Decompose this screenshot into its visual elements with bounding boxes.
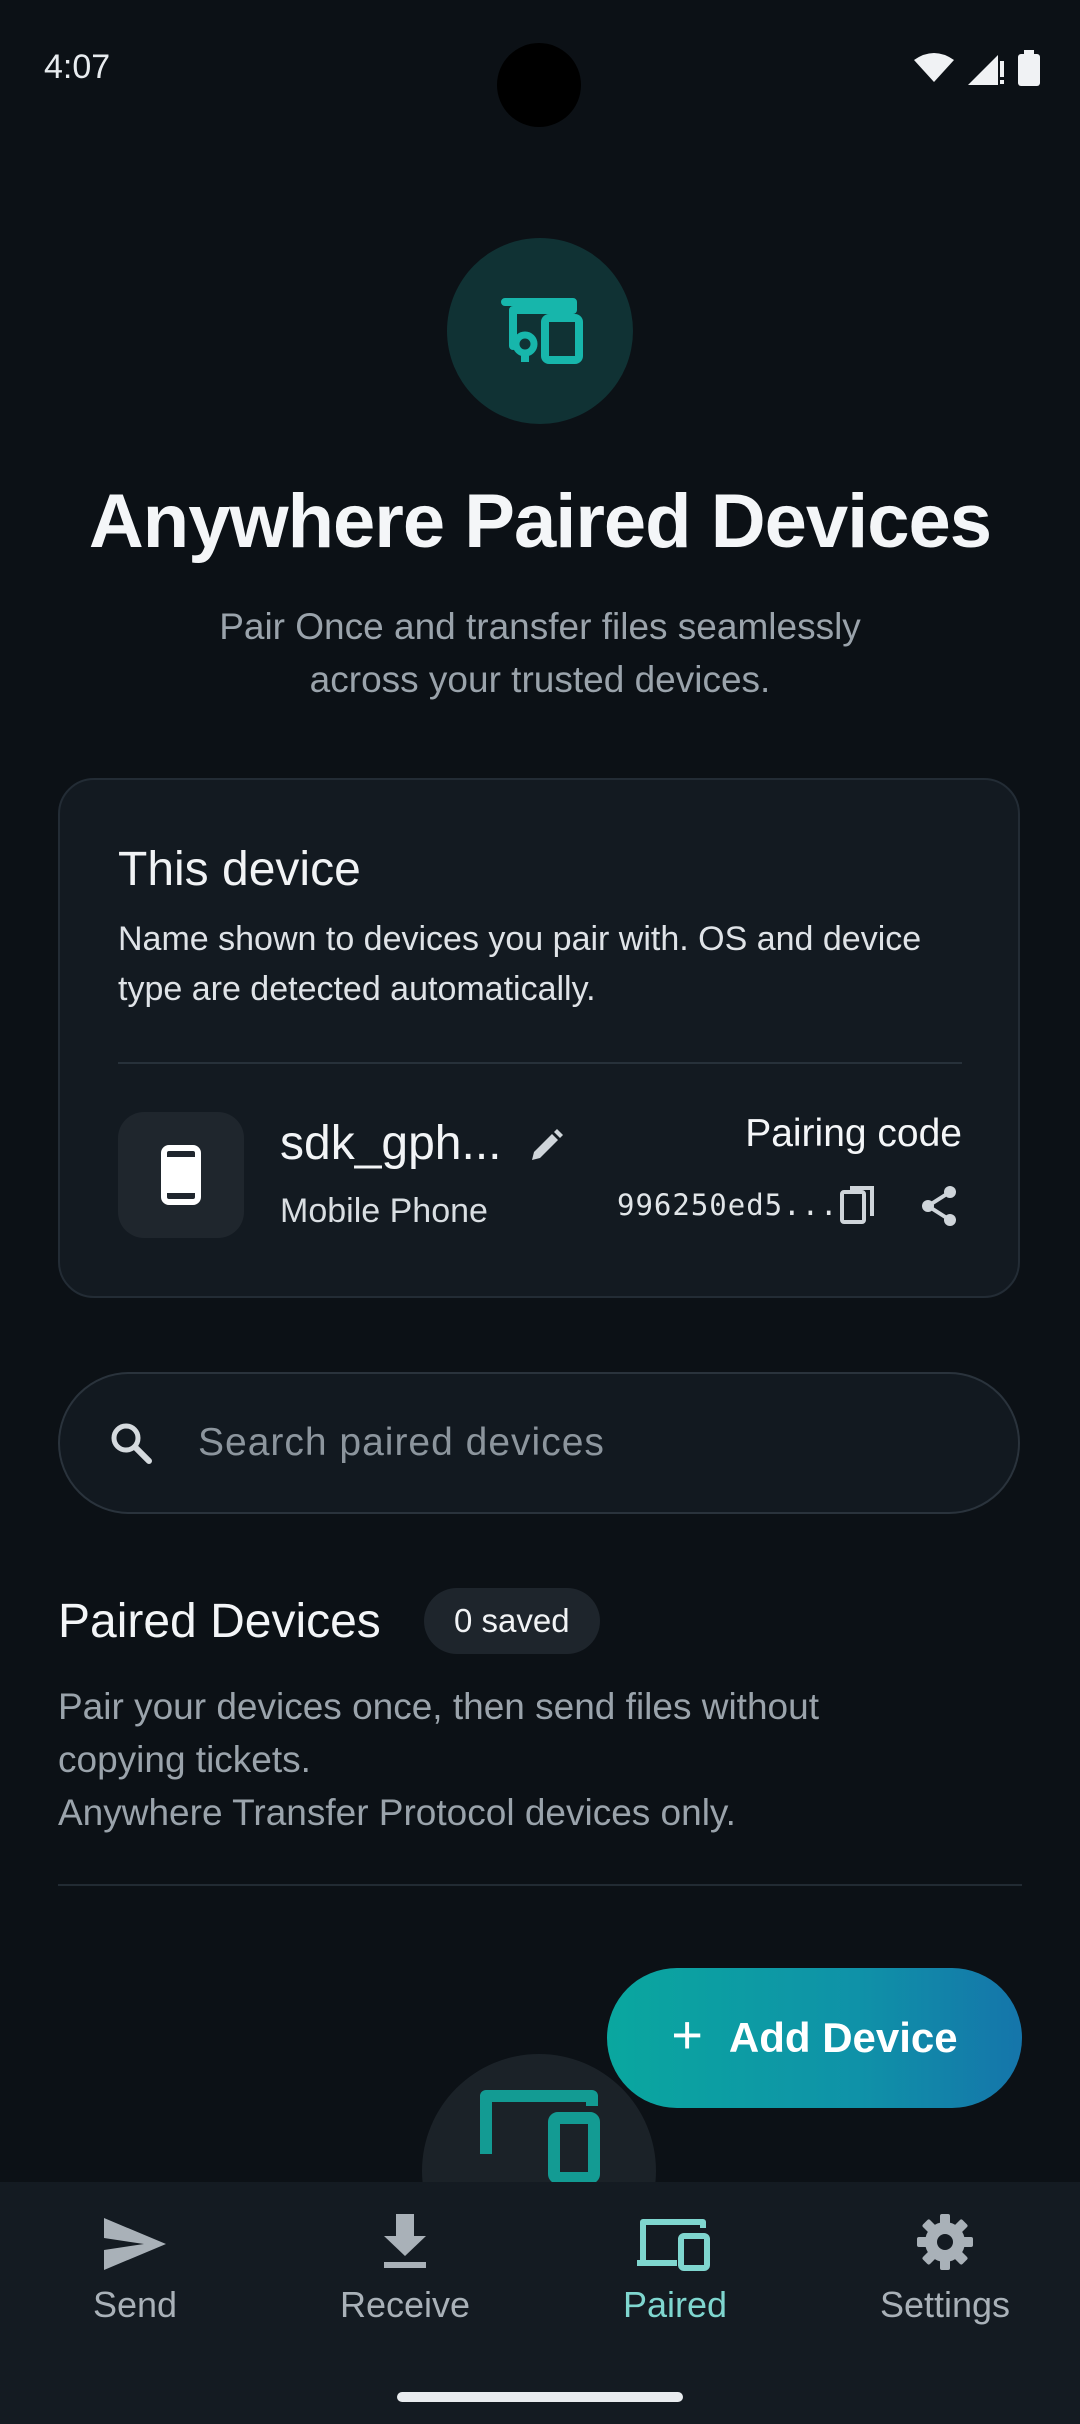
hero-badge <box>447 238 633 424</box>
description-line: Pair your devices once, then send files … <box>58 1686 819 1727</box>
send-icon <box>104 2218 166 2270</box>
phone-icon <box>161 1145 201 1205</box>
nav-settings-label: Settings <box>879 2284 1011 2325</box>
nav-paired[interactable] <box>540 2208 810 2277</box>
gesture-bar <box>397 2392 683 2402</box>
divider <box>58 1884 1022 1886</box>
signal-icon <box>968 55 1004 85</box>
subtitle-line: Pair Once and transfer files seamlessly <box>219 606 861 647</box>
edit-icon[interactable] <box>526 1126 566 1166</box>
divider <box>118 1062 962 1064</box>
status-icons <box>914 50 1040 86</box>
wifi-icon <box>914 53 954 82</box>
this-device-title: This device <box>118 843 361 896</box>
nav-paired-label: Paired <box>622 2284 728 2325</box>
nav-send[interactable] <box>0 2208 270 2277</box>
description-line: Anywhere Transfer Protocol devices only. <box>58 1792 736 1833</box>
camera-cutout <box>497 43 581 127</box>
device-name: sdk_gph... <box>280 1117 502 1170</box>
this-device-description: Name shown to devices you pair with. OS … <box>118 920 922 1008</box>
nav-receive-label: Receive <box>339 2284 471 2325</box>
paired-devices-heading: Paired Devices <box>58 1595 381 1648</box>
subtitle-line: across your trusted devices. <box>309 659 771 700</box>
description-line: copying tickets. <box>58 1739 311 1780</box>
saved-count-badge: 0 saved <box>424 1588 600 1654</box>
nav-send-label: Send <box>92 2284 178 2325</box>
page-subtitle: Pair Once and transfer files seamlessly … <box>140 600 940 706</box>
nav-settings[interactable] <box>810 2208 1080 2277</box>
devices-icon <box>637 2219 710 2271</box>
gear-icon <box>917 2214 973 2270</box>
devices-icon <box>501 298 583 364</box>
pairing-code: 996250ed5... <box>617 1188 839 1222</box>
nav-receive[interactable] <box>270 2208 540 2277</box>
add-device-button[interactable]: + Add Device <box>607 1968 1022 2108</box>
status-time: 4:07 <box>44 48 111 86</box>
copy-icon[interactable] <box>838 1184 878 1228</box>
pairing-code-label: Pairing code <box>745 1112 962 1155</box>
device-type-tile <box>118 1112 244 1238</box>
search-icon <box>111 1423 152 1464</box>
plus-icon: + <box>671 2005 703 2065</box>
search-input[interactable] <box>196 1412 960 1474</box>
share-icon[interactable] <box>918 1184 960 1228</box>
download-icon <box>384 2214 426 2268</box>
paired-devices-description: Pair your devices once, then send files … <box>58 1680 998 1839</box>
devices-icon <box>480 2090 600 2184</box>
page-title: Anywhere Paired Devices <box>88 479 992 564</box>
device-type: Mobile Phone <box>280 1192 488 1230</box>
add-device-label: Add Device <box>728 2014 958 2061</box>
battery-icon <box>1018 50 1040 86</box>
